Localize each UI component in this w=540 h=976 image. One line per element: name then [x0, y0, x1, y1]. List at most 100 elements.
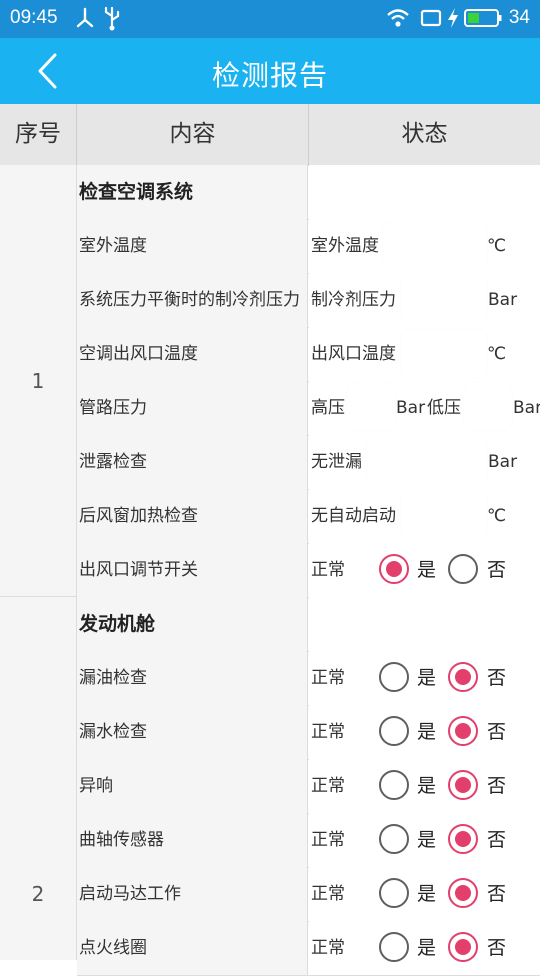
section-row: 检查空调系统: [77, 165, 540, 220]
status-cell: 正常 是 否: [309, 705, 540, 759]
yes-radio[interactable]: [379, 824, 409, 854]
table-header: 序号 内容 状态: [0, 104, 540, 166]
row-content: 空调出风口温度: [77, 327, 308, 381]
status-label: 出风口温度: [311, 344, 396, 364]
row-content: 室外温度: [77, 219, 308, 273]
table-row: 室外温度 室外温度 ℃: [77, 219, 540, 274]
yes-radio[interactable]: [379, 878, 409, 908]
no-label: 否: [487, 721, 507, 743]
usb-icon: [104, 6, 120, 31]
unit-label: ℃: [487, 344, 507, 364]
no-radio[interactable]: [448, 824, 478, 854]
table-row: 漏水检查 正常 是 否: [77, 705, 540, 760]
section-title: 检查空调系统: [77, 165, 308, 219]
seq-number: 2: [31, 882, 45, 906]
row-content: 漏油检查: [77, 651, 308, 705]
table-row: 出风口调节开关 正常 是 否: [77, 543, 540, 598]
status-label: 无泄漏: [311, 452, 362, 472]
status-cell: [309, 165, 540, 219]
no-label: 否: [487, 829, 507, 851]
yes-radio[interactable]: [379, 932, 409, 962]
no-radio[interactable]: [448, 932, 478, 962]
yes-radio[interactable]: [379, 662, 409, 692]
value-input[interactable]: [383, 221, 487, 269]
table-row: 后风窗加热检查 无自动启动 ℃: [77, 489, 540, 544]
status-cell: [309, 597, 540, 651]
table-row: 管路压力 高压 Bar 低压 Bar: [77, 381, 540, 436]
charging-bolt-icon: [448, 8, 458, 28]
status-label: 正常: [311, 884, 345, 904]
usb-debug-icon: [76, 7, 94, 28]
high-pressure-input[interactable]: [347, 383, 395, 431]
header-seq: 序号: [0, 104, 77, 165]
unit-label: Bar: [396, 398, 426, 418]
row-content: 泄露检查: [77, 435, 308, 489]
status-label: 低压: [427, 398, 461, 418]
status-cell: 出风口温度 ℃: [309, 327, 540, 381]
table-row: 空调出风口温度 出风口温度 ℃: [77, 327, 540, 382]
battery-level: 34: [508, 7, 530, 28]
unit-label: Bar: [488, 290, 518, 310]
value-input[interactable]: [401, 329, 487, 377]
row-content: 后风窗加热检查: [77, 489, 308, 543]
status-cell: 高压 Bar 低压 Bar: [309, 381, 540, 435]
yes-label: 是: [417, 667, 437, 689]
yes-label: 是: [417, 883, 437, 905]
yes-label: 是: [417, 829, 437, 851]
yes-radio[interactable]: [379, 554, 409, 584]
status-label: 正常: [311, 668, 345, 688]
status-cell: 制冷剂压力 Bar: [309, 273, 540, 327]
no-label: 否: [487, 775, 507, 797]
value-input[interactable]: [401, 491, 487, 539]
yes-label: 是: [417, 559, 437, 581]
no-label: 否: [487, 667, 507, 689]
status-cell: 正常 是 否: [309, 867, 540, 921]
no-radio[interactable]: [448, 554, 478, 584]
status-label: 正常: [311, 830, 345, 850]
value-input[interactable]: [401, 275, 487, 323]
status-label: 正常: [311, 722, 345, 742]
no-radio[interactable]: [448, 662, 478, 692]
status-cell: 无泄漏 Bar: [309, 435, 540, 489]
app-bar: 检测报告: [0, 38, 540, 104]
page-title: 检测报告: [211, 59, 328, 92]
status-cell: 正常 是 否: [309, 921, 540, 975]
yes-label: 是: [417, 937, 437, 959]
status-label: 无自动启动: [311, 506, 396, 526]
section-title: 发动机舱: [77, 597, 308, 651]
yes-label: 是: [417, 775, 437, 797]
table-row: 漏油检查 正常 是 否: [77, 651, 540, 706]
status-time: 09:45: [10, 7, 58, 28]
seq-cell-2: 2: [0, 597, 77, 960]
row-content: 点火线圈: [77, 921, 308, 975]
status-label: 室外温度: [311, 236, 379, 256]
no-radio[interactable]: [448, 770, 478, 800]
no-radio[interactable]: [448, 716, 478, 746]
yes-radio[interactable]: [379, 716, 409, 746]
header-status: 状态: [401, 121, 448, 147]
no-label: 否: [487, 559, 507, 581]
unit-label: Bar: [488, 452, 518, 472]
unit-label: Bar: [513, 398, 540, 418]
status-label: 高压: [311, 398, 345, 418]
yes-radio[interactable]: [379, 770, 409, 800]
status-label: 正常: [311, 560, 345, 580]
no-label: 否: [487, 937, 507, 959]
no-radio[interactable]: [448, 878, 478, 908]
value-input[interactable]: [367, 437, 487, 485]
status-bar: 09:45 34: [0, 0, 540, 38]
status-cell: 正常 是 否: [309, 543, 540, 597]
status-label: 正常: [311, 776, 345, 796]
table-row: 泄露检查 无泄漏 Bar: [77, 435, 540, 490]
table-row: 曲轴传感器 正常 是 否: [77, 813, 540, 868]
status-cell: 正常 是 否: [309, 813, 540, 867]
row-content: 出风口调节开关: [77, 543, 308, 597]
seq-number: 1: [31, 369, 45, 393]
table-row: 异响 正常 是 否: [77, 759, 540, 814]
row-content: 系统压力平衡时的制冷剂压力: [77, 273, 308, 327]
low-pressure-input[interactable]: [464, 383, 512, 431]
row-content: 管路压力: [77, 381, 308, 435]
header-content: 内容: [77, 104, 309, 165]
status-cell: 正常 是 否: [309, 651, 540, 705]
no-label: 否: [487, 883, 507, 905]
